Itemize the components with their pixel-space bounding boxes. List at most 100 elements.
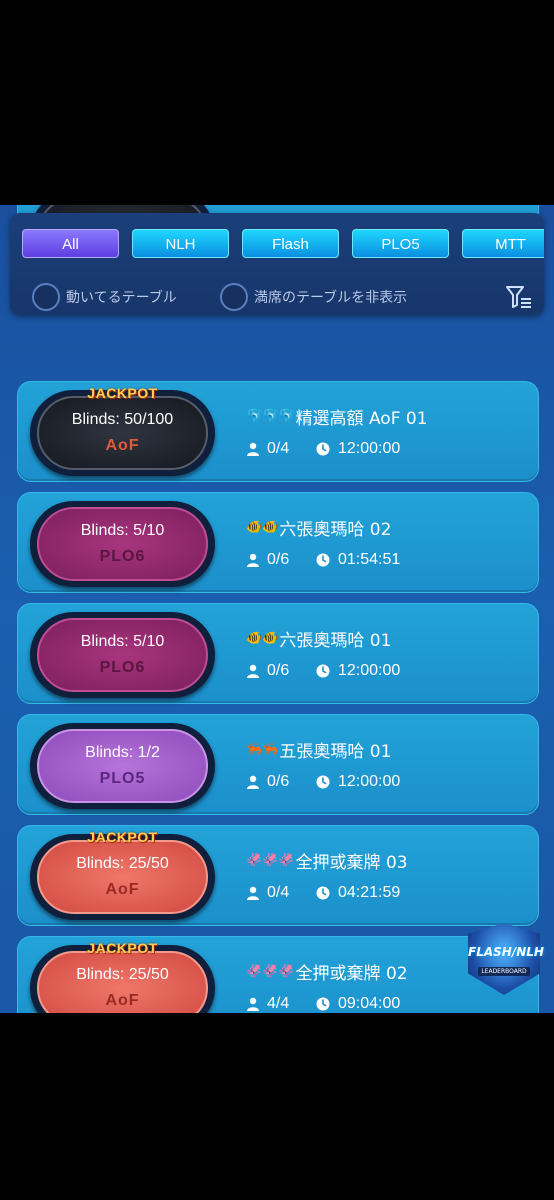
game-type-label: AoF [105, 992, 140, 1009]
filter-toggles: 動いてるテーブル 満席のテーブルを非表示 [32, 283, 532, 311]
poker-table-graphic: JACKPOT Blinds: 25/50 AoF [30, 940, 215, 1013]
clock-icon [316, 442, 330, 456]
time-value: 12:00:00 [338, 773, 401, 790]
seats-value: 0/6 [267, 662, 290, 679]
table-meta: 0/6 12:00:00 [246, 660, 536, 682]
tab-flash[interactable]: Flash [242, 229, 339, 258]
table-title: 🐠🐠 六張奧瑪哈 02 [246, 515, 536, 540]
blinds-label: Blinds: 25/50 [76, 855, 169, 872]
table-card[interactable]: JACKPOT Blinds: 25/50 AoF 🦑🦑🦑 全押或棄牌 03 0/4 04:… [17, 825, 539, 926]
shield-icon [468, 923, 540, 995]
leaderboard-badge[interactable]: FLASH/NLH LEADERBOARD [468, 923, 544, 995]
person-icon [247, 997, 259, 1011]
tab-nlh[interactable]: NLH [132, 229, 229, 258]
table-time: 12:00:00 [316, 662, 400, 680]
game-type-label: PLO6 [99, 548, 146, 565]
running-tables-label: 動いてるテーブル [66, 290, 177, 306]
clock-icon [316, 664, 330, 678]
table-felt: Blinds: 25/50 AoF [37, 840, 208, 914]
filter-icon[interactable] [506, 285, 532, 309]
poker-table-graphic: JACKPOT Blinds: 50/100 AoF [30, 385, 215, 476]
table-felt: Blinds: 25/50 AoF [37, 951, 208, 1013]
table-time: 01:54:51 [316, 551, 400, 569]
blinds-label: Blinds: 25/50 [76, 966, 169, 983]
seats-count: 0/4 [246, 884, 316, 902]
table-card[interactable]: Blinds: 5/10 PLO6 🐠🐠 六張奧瑪哈 02 0/6 01:54:51 [17, 492, 539, 593]
table-emoji-icons: 🦑🦑🦑 [246, 963, 295, 979]
seats-count: 4/4 [246, 995, 316, 1013]
blinds-label: Blinds: 50/100 [71, 411, 174, 428]
table-time: 12:00:00 [316, 773, 400, 791]
table-emoji-icons: 🐬🐬🐬 [246, 408, 295, 424]
clock-icon [316, 775, 330, 789]
radio-unchecked-icon[interactable] [220, 283, 248, 311]
table-time: 09:04:00 [316, 995, 400, 1013]
table-title: 🦑🦑🦑 全押或棄牌 03 [246, 848, 536, 873]
table-info: 🐠🐠 六張奧瑪哈 01 0/6 12:00:00 [246, 626, 536, 682]
tab-mtt[interactable]: MTT [462, 229, 544, 258]
radio-unchecked-icon[interactable] [32, 283, 60, 311]
table-name: 全押或棄牌 03 [295, 852, 408, 873]
person-icon [247, 553, 259, 567]
leaderboard-subtitle: LEADERBOARD [478, 967, 530, 976]
table-title: 🐠🐠 六張奧瑪哈 01 [246, 626, 536, 651]
table-card[interactable]: JACKPOT Blinds: 25/50 AoF 🦑🦑🦑 全押或棄牌 02 4/4 09:… [17, 936, 539, 1013]
blinds-label: Blinds: 5/10 [80, 633, 165, 650]
tab-plo5[interactable]: PLO5 [352, 229, 449, 258]
time-value: 04:21:59 [338, 884, 401, 901]
table-felt: Blinds: 5/10 PLO6 [37, 618, 208, 692]
leaderboard-title: FLASH/NLH [468, 945, 544, 959]
tab-all[interactable]: All [22, 229, 119, 258]
jackpot-badge: JACKPOT [87, 829, 158, 845]
table-info: 🐠🐠 六張奧瑪哈 02 0/6 01:54:51 [246, 515, 536, 571]
jackpot-badge: JACKPOT [87, 385, 158, 401]
blinds-label: Blinds: 1/2 [85, 744, 160, 761]
table-title: 🦐🦐 五張奧瑪哈 01 [246, 737, 536, 762]
table-name: 全押或棄牌 02 [295, 963, 408, 984]
table-info: 🐬🐬🐬 精選高額 AoF 01 0/4 12:00:00 [246, 404, 536, 460]
table-meta: 0/6 12:00:00 [246, 771, 536, 793]
person-icon [247, 775, 259, 789]
seats-value: 4/4 [267, 995, 290, 1012]
game-type-label: PLO5 [99, 770, 146, 787]
table-time: 04:21:59 [316, 884, 400, 902]
time-value: 09:04:00 [338, 995, 401, 1012]
table-card[interactable]: JACKPOT Blinds: 50/100 AoF 🐬🐬🐬 精選高額 AoF 01 0/… [17, 381, 539, 482]
seats-value: 0/4 [267, 884, 290, 901]
table-meta: 0/4 04:21:59 [246, 882, 536, 904]
table-emoji-icons: 🐠🐠 [246, 519, 279, 535]
table-card[interactable]: Blinds: 1/2 PLO5 🦐🦐 五張奧瑪哈 01 0/6 12:00:00 [17, 714, 539, 815]
table-meta: 0/4 12:00:00 [246, 438, 536, 460]
table-felt: Blinds: 1/2 PLO5 [37, 729, 208, 803]
table-emoji-icons: 🦑🦑🦑 [246, 852, 295, 868]
table-meta: 4/4 09:04:00 [246, 993, 536, 1013]
seats-value: 0/6 [267, 773, 290, 790]
seats-count: 0/6 [246, 662, 316, 680]
hide-full-tables-label: 満席のテーブルを非表示 [254, 290, 408, 306]
table-time: 12:00:00 [316, 440, 400, 458]
running-tables-toggle[interactable]: 動いてるテーブル [32, 283, 177, 311]
blinds-label: Blinds: 5/10 [80, 522, 165, 539]
clock-icon [316, 997, 330, 1011]
game-type-label: AoF [105, 881, 140, 898]
game-type-tabs: All NLH Flash PLO5 MTT [22, 229, 544, 259]
jackpot-badge: JACKPOT [87, 940, 158, 956]
filter-bar: All NLH Flash PLO5 MTT 動いてるテーブル 満席のテーブルを… [10, 213, 544, 315]
game-type-label: AoF [105, 437, 140, 454]
hide-full-tables-toggle[interactable]: 満席のテーブルを非表示 [220, 283, 407, 311]
table-felt: Blinds: 50/100 AoF [37, 396, 208, 470]
table-meta: 0/6 01:54:51 [246, 549, 536, 571]
time-value: 12:00:00 [338, 440, 401, 457]
seats-count: 0/6 [246, 551, 316, 569]
clock-icon [316, 553, 330, 567]
seats-value: 0/6 [267, 551, 290, 568]
clock-icon [316, 886, 330, 900]
poker-table-graphic: Blinds: 5/10 PLO6 [30, 501, 215, 587]
table-emoji-icons: 🐠🐠 [246, 630, 279, 646]
table-card[interactable]: Blinds: 5/10 PLO6 🐠🐠 六張奧瑪哈 01 0/6 12:00:00 [17, 603, 539, 704]
table-name: 精選高額 AoF 01 [295, 408, 428, 429]
table-emoji-icons: 🦐🦐 [246, 741, 279, 757]
seats-count: 0/6 [246, 773, 316, 791]
game-type-label: PLO6 [99, 659, 146, 676]
poker-table-graphic: Blinds: 5/10 PLO6 [30, 612, 215, 698]
